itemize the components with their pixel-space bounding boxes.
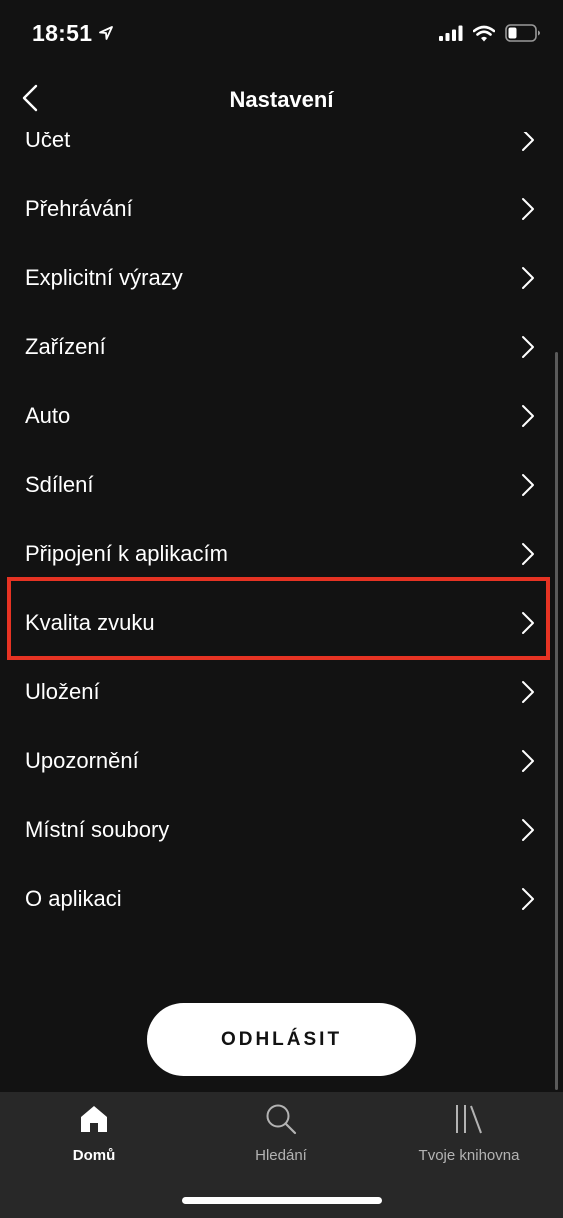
- status-time-group: 18:51: [32, 20, 114, 47]
- settings-item-label: O aplikaci: [25, 885, 122, 911]
- wifi-icon: [472, 25, 496, 47]
- settings-item-label: Připojení k aplikacím: [25, 540, 228, 566]
- settings-item-explicitni-vyrazy[interactable]: Explicitní výrazy: [0, 243, 563, 312]
- chevron-right-icon: [522, 266, 534, 289]
- tab-library[interactable]: Tvoje knihovna: [375, 1100, 563, 1172]
- tab-label: Tvoje knihovna: [418, 1147, 520, 1164]
- settings-item-label: Explicitní výrazy: [25, 264, 183, 290]
- chevron-right-icon: [522, 404, 534, 427]
- settings-item-label: Místní soubory: [25, 816, 170, 842]
- settings-item-zarizeni[interactable]: Zařízení: [0, 312, 563, 381]
- home-indicator[interactable]: [182, 1197, 382, 1204]
- logout-button[interactable]: ODHLÁSIT: [147, 1003, 416, 1076]
- page-title: Nastavení: [229, 87, 334, 112]
- settings-item-label: Kvalita zvuku: [25, 609, 155, 635]
- chevron-right-icon: [522, 335, 534, 358]
- cellular-signal-icon: [439, 25, 463, 46]
- location-arrow-icon: [98, 20, 114, 47]
- tab-label: Domů: [72, 1147, 116, 1164]
- settings-item-label: Zařízení: [25, 333, 106, 359]
- settings-item-prehravani[interactable]: Přehrávání: [0, 174, 563, 243]
- status-time: 18:51: [32, 20, 93, 46]
- settings-item-label: Upozornění: [25, 747, 139, 773]
- library-icon: [452, 1102, 486, 1136]
- settings-item-label: Sdílení: [25, 471, 94, 497]
- chevron-right-icon: [522, 197, 534, 220]
- chevron-right-icon: [522, 611, 534, 634]
- chevron-right-icon: [522, 818, 534, 841]
- settings-item-ulozeni[interactable]: Uložení: [0, 657, 563, 726]
- settings-item-o-aplikaci[interactable]: O aplikaci: [0, 864, 563, 933]
- settings-item-pripojeni-k-aplikacim[interactable]: Připojení k aplikacím: [0, 519, 563, 588]
- tab-label: Hledání: [255, 1147, 307, 1164]
- tab-search[interactable]: Hledání: [187, 1100, 375, 1172]
- settings-item-upozorneni[interactable]: Upozornění: [0, 726, 563, 795]
- chevron-right-icon: [522, 749, 534, 772]
- battery-icon: [505, 24, 541, 47]
- status-bar: 18:51: [0, 0, 563, 70]
- scrollbar[interactable]: [555, 352, 558, 1090]
- home-icon: [77, 1102, 111, 1136]
- chevron-right-icon: [522, 542, 534, 565]
- settings-item-mistni-soubory[interactable]: Místní soubory: [0, 795, 563, 864]
- status-indicators: [439, 24, 541, 47]
- chevron-right-icon: [522, 680, 534, 703]
- settings-list: Účet Přehrávání Explicitní výrazy Zaříze…: [0, 105, 563, 933]
- nav-header: Nastavení: [0, 70, 563, 132]
- chevron-right-icon: [522, 887, 534, 910]
- settings-item-kvalita-zvuku[interactable]: Kvalita zvuku: [0, 588, 563, 657]
- tab-home[interactable]: Domů: [0, 1100, 188, 1172]
- settings-item-label: Přehrávání: [25, 195, 133, 221]
- chevron-right-icon: [522, 473, 534, 496]
- search-icon: [264, 1102, 298, 1136]
- settings-item-sdileni[interactable]: Sdílení: [0, 450, 563, 519]
- settings-item-label: Uložení: [25, 678, 100, 704]
- settings-item-label: Auto: [25, 402, 71, 428]
- settings-item-auto[interactable]: Auto: [0, 381, 563, 450]
